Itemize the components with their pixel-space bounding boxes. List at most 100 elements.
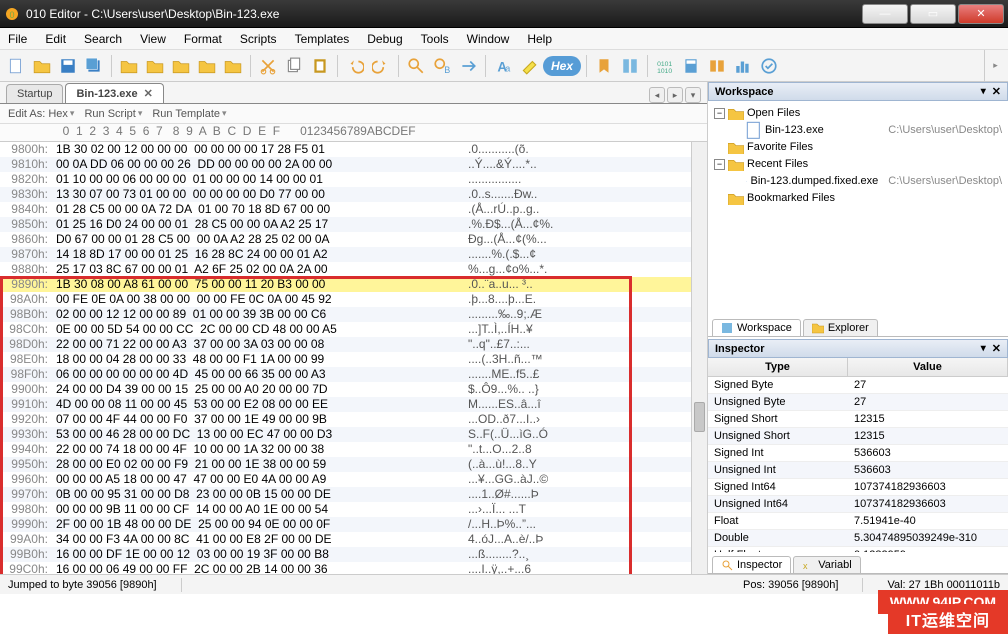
menu-format[interactable]: Format (184, 32, 222, 46)
inspector-row[interactable]: Signed Short12315 (708, 411, 1008, 428)
tree-file-1[interactable]: Bin-123.exeC:\Users\user\Desktop\ (714, 122, 1002, 139)
menu-file[interactable]: File (8, 32, 27, 46)
menu-debug[interactable]: Debug (367, 32, 402, 46)
run-script-dropdown[interactable]: Run Script▾ (84, 108, 142, 120)
toolbar-overflow[interactable]: ▸ (984, 50, 1008, 81)
minimize-button[interactable]: — (862, 4, 908, 24)
hex-row[interactable]: 9920h:07 00 00 4F 44 00 00 F0 37 00 00 1… (0, 412, 707, 427)
inspector-row[interactable]: Signed Byte27 (708, 377, 1008, 394)
open-folder-icon[interactable] (30, 54, 54, 78)
inspector-row[interactable]: Unsigned Int64107374182936603 (708, 496, 1008, 513)
find-icon[interactable] (404, 54, 428, 78)
inspector-row[interactable]: Unsigned Int536603 (708, 462, 1008, 479)
pin-icon[interactable]: ▾ (981, 343, 986, 354)
folder-icon-3[interactable] (169, 54, 193, 78)
hex-row[interactable]: 98D0h:22 00 00 71 22 00 00 A3 37 00 00 3… (0, 337, 707, 352)
close-button[interactable]: ✕ (958, 4, 1004, 24)
tab-startup[interactable]: Startup (6, 84, 63, 103)
save-all-icon[interactable] (82, 54, 106, 78)
folder-icon-2[interactable] (143, 54, 167, 78)
hex-row[interactable]: 98A0h:00 FE 0E 0A 00 38 00 00 00 00 FE 0… (0, 292, 707, 307)
bookmark-icon[interactable] (592, 54, 616, 78)
hex-mode-button[interactable]: Hex (543, 56, 581, 76)
menu-window[interactable]: Window (467, 32, 510, 46)
goto-icon[interactable] (456, 54, 480, 78)
hex-row[interactable]: 9940h:22 00 00 74 18 00 00 4F 10 00 00 1… (0, 442, 707, 457)
inspector-row[interactable]: Double5.30474895039249e-310 (708, 530, 1008, 547)
hex-row[interactable]: 9970h:0B 00 00 95 31 00 00 D8 23 00 00 0… (0, 487, 707, 502)
vertical-scrollbar[interactable] (691, 142, 707, 574)
hex-row[interactable]: 98E0h:18 00 00 04 28 00 00 33 48 00 00 F… (0, 352, 707, 367)
paste-icon[interactable] (308, 54, 332, 78)
menu-search[interactable]: Search (84, 32, 122, 46)
hex-row[interactable]: 9880h:25 17 03 8C 67 00 00 01 A2 6F 25 0… (0, 262, 707, 277)
hex-row[interactable]: 9850h:01 25 16 D0 24 00 00 01 28 C5 00 0… (0, 217, 707, 232)
edit-as-dropdown[interactable]: Edit As: Hex▾ (8, 108, 74, 120)
hex-row[interactable]: 9820h:01 10 00 00 06 00 00 00 01 00 00 0… (0, 172, 707, 187)
highlight-icon[interactable] (517, 54, 541, 78)
tab-bin123[interactable]: Bin-123.exe ✕ (65, 83, 163, 103)
binary-icon[interactable]: 01011010 (653, 54, 677, 78)
maximize-button[interactable]: ▭ (910, 4, 956, 24)
inspector-row[interactable]: Float7.51941e-40 (708, 513, 1008, 530)
menu-help[interactable]: Help (527, 32, 552, 46)
histogram-icon[interactable] (731, 54, 755, 78)
tab-explorer[interactable]: Explorer (803, 319, 878, 336)
hex-body[interactable]: 9800h:1B 30 02 00 12 00 00 00 00 00 00 0… (0, 142, 707, 574)
copy-icon[interactable] (282, 54, 306, 78)
tab-close-icon[interactable]: ✕ (144, 87, 153, 100)
menu-view[interactable]: View (140, 32, 166, 46)
find-replace-icon[interactable]: B (430, 54, 454, 78)
hex-row[interactable]: 9890h:1B 30 08 00 A8 61 00 00 75 00 00 1… (0, 277, 707, 292)
new-file-icon[interactable] (4, 54, 28, 78)
hex-row[interactable]: 9950h:28 00 00 E0 02 00 00 F9 21 00 00 1… (0, 457, 707, 472)
hex-row[interactable]: 9990h:2F 00 00 1B 48 00 00 DE 25 00 00 9… (0, 517, 707, 532)
calculator-icon[interactable] (679, 54, 703, 78)
run-template-dropdown[interactable]: Run Template▾ (152, 108, 226, 120)
hex-row[interactable]: 99A0h:34 00 00 F3 4A 00 00 8C 41 00 00 E… (0, 532, 707, 547)
redo-icon[interactable] (369, 54, 393, 78)
run-icon[interactable] (618, 54, 642, 78)
inspector-row[interactable]: Unsigned Byte27 (708, 394, 1008, 411)
hex-row[interactable]: 98B0h:02 00 00 12 12 00 00 89 01 00 00 3… (0, 307, 707, 322)
hex-row[interactable]: 9980h:00 00 00 9B 11 00 00 CF 14 00 00 A… (0, 502, 707, 517)
hex-row[interactable]: 98C0h:0E 00 00 5D 54 00 00 CC 2C 00 00 C… (0, 322, 707, 337)
hex-row[interactable]: 9960h:00 00 00 A5 18 00 00 47 47 00 00 E… (0, 472, 707, 487)
menu-edit[interactable]: Edit (45, 32, 66, 46)
menu-scripts[interactable]: Scripts (240, 32, 277, 46)
inspector-row[interactable]: Unsigned Short12315 (708, 428, 1008, 445)
cut-icon[interactable] (256, 54, 280, 78)
inspector-row[interactable]: Signed Int536603 (708, 445, 1008, 462)
menu-templates[interactable]: Templates (295, 32, 350, 46)
hex-row[interactable]: 9840h:01 28 C5 00 00 0A 72 DA 01 00 70 1… (0, 202, 707, 217)
compare-icon[interactable] (705, 54, 729, 78)
tree-recent-files[interactable]: −Recent Files (714, 156, 1002, 173)
hex-row[interactable]: 9930h:53 00 00 46 28 00 00 DC 13 00 00 E… (0, 427, 707, 442)
folder-icon-4[interactable] (195, 54, 219, 78)
menu-tools[interactable]: Tools (421, 32, 449, 46)
tab-variables[interactable]: xVariabl (793, 556, 860, 573)
hex-row[interactable]: 9800h:1B 30 02 00 12 00 00 00 00 00 00 0… (0, 142, 707, 157)
tree-file-2[interactable]: Bin-123.dumped.fixed.exeC:\Users\user\De… (714, 173, 1002, 190)
hex-row[interactable]: 9870h:14 18 8D 17 00 00 01 25 16 28 8C 2… (0, 247, 707, 262)
folder-icon[interactable] (117, 54, 141, 78)
hex-row[interactable]: 9860h:D0 67 00 00 01 28 C5 00 00 0A A2 2… (0, 232, 707, 247)
pin-icon[interactable]: ▾ (981, 86, 986, 97)
hex-row[interactable]: 9900h:24 00 00 D4 39 00 00 15 25 00 00 A… (0, 382, 707, 397)
checksum-icon[interactable] (757, 54, 781, 78)
hex-row[interactable]: 99C0h:16 00 00 06 49 00 00 FF 2C 00 00 2… (0, 562, 707, 574)
hex-row[interactable]: 99B0h:16 00 00 DF 1E 00 00 12 03 00 00 1… (0, 547, 707, 562)
undo-icon[interactable] (343, 54, 367, 78)
panel-close-icon[interactable]: ✕ (992, 85, 1001, 98)
tree-open-files[interactable]: −Open Files (714, 105, 1002, 122)
hex-row[interactable]: 9910h:4D 00 00 08 11 00 00 45 53 00 00 E… (0, 397, 707, 412)
font-icon[interactable]: Aa (491, 54, 515, 78)
save-icon[interactable] (56, 54, 80, 78)
hex-row[interactable]: 9810h:00 0A DD 06 00 00 00 26 DD 00 00 0… (0, 157, 707, 172)
hex-row[interactable]: 9830h:13 30 07 00 73 01 00 00 00 00 00 0… (0, 187, 707, 202)
tab-inspector[interactable]: Inspector (712, 556, 791, 573)
panel-close-icon[interactable]: ✕ (992, 342, 1001, 355)
inspector-row[interactable]: Signed Int64107374182936603 (708, 479, 1008, 496)
tree-bookmarked-files[interactable]: Bookmarked Files (714, 190, 1002, 207)
hex-row[interactable]: 98F0h:06 00 00 00 00 00 00 4D 45 00 00 6… (0, 367, 707, 382)
